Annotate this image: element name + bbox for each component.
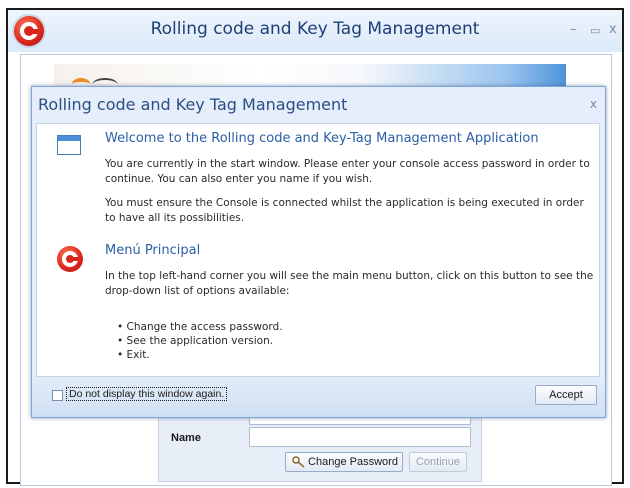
- welcome-paragraph-1: You are currently in the start window. P…: [105, 158, 590, 185]
- menu-heading: Menú Principal: [105, 243, 201, 258]
- dialog-close-icon[interactable]: x: [590, 97, 597, 111]
- key-icon: [292, 456, 305, 468]
- maximize-icon[interactable]: ▭: [590, 24, 600, 37]
- window-icon: [57, 135, 81, 155]
- list-item: • See the application version.: [117, 335, 274, 347]
- window-title: Rolling code and Key Tag Management: [150, 19, 480, 39]
- dialog-title: Rolling code and Key Tag Management: [38, 95, 348, 114]
- menu-paragraph: In the top left-hand corner you will see…: [105, 270, 594, 297]
- list-item: • Change the access password.: [117, 321, 283, 333]
- accept-button[interactable]: Accept: [535, 385, 597, 405]
- change-password-button[interactable]: Change Password: [285, 452, 403, 472]
- bullet-list: • Change the access password. • See the …: [117, 320, 283, 362]
- dont-show-label[interactable]: Do not display this window again.: [66, 387, 228, 401]
- minimize-icon[interactable]: –: [570, 22, 577, 37]
- welcome-dialog: Rolling code and Key Tag Management x We…: [31, 86, 606, 418]
- name-field[interactable]: [249, 427, 471, 447]
- name-label: Name: [171, 432, 201, 444]
- welcome-paragraph-2: You must ensure the Console is connected…: [105, 197, 584, 224]
- change-password-label: Change Password: [308, 456, 398, 468]
- close-icon[interactable]: x: [609, 22, 617, 37]
- dont-show-checkbox[interactable]: [52, 390, 63, 401]
- dialog-content: Welcome to the Rolling code and Key-Tag …: [36, 123, 600, 377]
- welcome-heading: Welcome to the Rolling code and Key-Tag …: [105, 131, 539, 146]
- list-item: • Exit.: [117, 349, 150, 361]
- app-logo-icon: [57, 246, 83, 272]
- title-bar: Rolling code and Key Tag Management – ▭ …: [8, 10, 622, 52]
- continue-button[interactable]: Continue: [409, 452, 467, 472]
